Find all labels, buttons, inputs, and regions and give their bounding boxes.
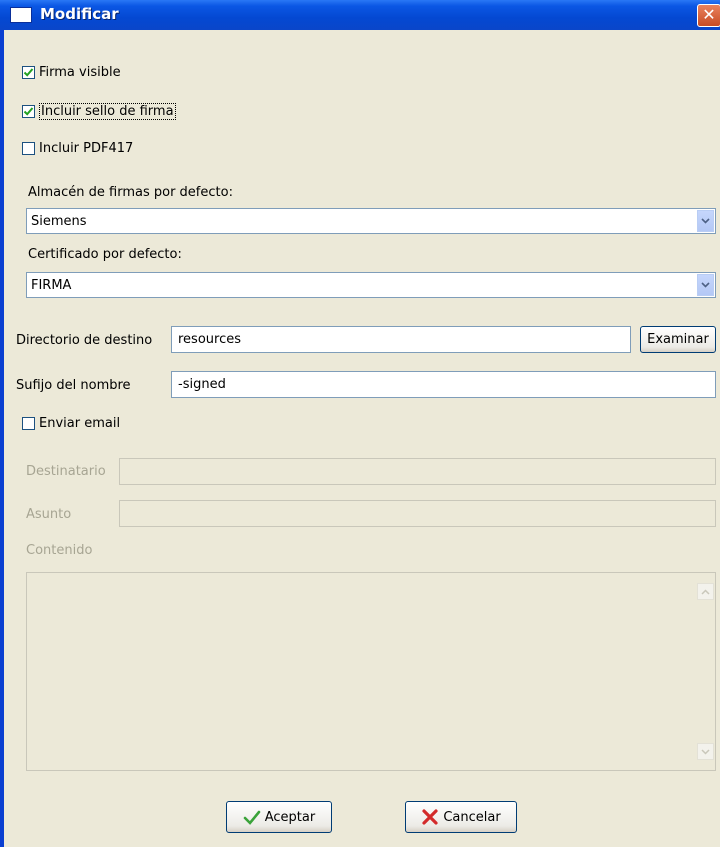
red-x-icon [422, 809, 438, 825]
certificado-label: Certificado por defecto: [28, 247, 182, 262]
checkmark-icon [23, 68, 34, 77]
contenido-label: Contenido [26, 543, 93, 558]
cancelar-label: Cancelar [443, 809, 501, 825]
pdf417-label: Incluir PDF417 [39, 141, 134, 156]
aceptar-button[interactable]: Aceptar [226, 801, 332, 833]
title-bar[interactable]: Modificar ✕ [0, 0, 720, 30]
checkmark-icon [243, 810, 261, 825]
examinar-button[interactable]: Examinar [640, 326, 716, 353]
sufijo-label: Sufijo del nombre [16, 378, 131, 393]
certificado-value: FIRMA [31, 278, 72, 293]
firma-visible-checkbox[interactable] [22, 66, 35, 79]
almacen-label: Almacén de firmas por defecto: [28, 185, 233, 200]
chevron-down-icon[interactable] [697, 210, 714, 232]
enviar-email-label: Enviar email [39, 416, 121, 431]
enviar-email-row[interactable]: Enviar email [22, 416, 120, 431]
destinatario-label: Destinatario [26, 464, 106, 479]
sufijo-input[interactable]: -signed [171, 371, 716, 398]
scroll-down-icon[interactable] [697, 743, 714, 760]
asunto-label: Asunto [26, 507, 72, 522]
destino-input[interactable]: resources [171, 326, 631, 353]
scroll-up-icon[interactable] [697, 583, 714, 600]
examinar-label: Examinar [647, 332, 709, 347]
asunto-input[interactable] [119, 500, 716, 527]
sello-row[interactable]: Incluir sello de firma [22, 103, 176, 120]
certificado-select[interactable]: FIRMA [26, 272, 716, 298]
firma-visible-row[interactable]: Firma visible [22, 65, 121, 80]
pdf417-checkbox[interactable] [22, 142, 35, 155]
checkmark-icon [23, 107, 34, 116]
enviar-email-checkbox[interactable] [22, 417, 35, 430]
almacen-select[interactable]: Siemens [26, 208, 716, 234]
sello-label: Incluir sello de firma [39, 103, 176, 120]
chevron-down-icon[interactable] [697, 274, 714, 296]
sello-checkbox[interactable] [22, 105, 35, 118]
contenido-textarea[interactable] [26, 572, 716, 771]
dialog-window: Modificar ✕ Firma visible Incluir sello … [0, 0, 720, 847]
cancelar-button[interactable]: Cancelar [405, 801, 517, 833]
aceptar-label: Aceptar [264, 809, 316, 825]
destino-label: Directorio de destino [16, 333, 153, 348]
window-title: Modificar [40, 5, 119, 23]
pdf417-row[interactable]: Incluir PDF417 [22, 141, 133, 156]
firma-visible-label: Firma visible [39, 65, 121, 80]
dialog-body: Firma visible Incluir sello de firma Inc… [4, 30, 720, 847]
window-icon [10, 7, 32, 23]
close-button[interactable]: ✕ [697, 4, 720, 27]
almacen-value: Siemens [31, 214, 87, 229]
destinatario-input[interactable] [119, 458, 716, 485]
